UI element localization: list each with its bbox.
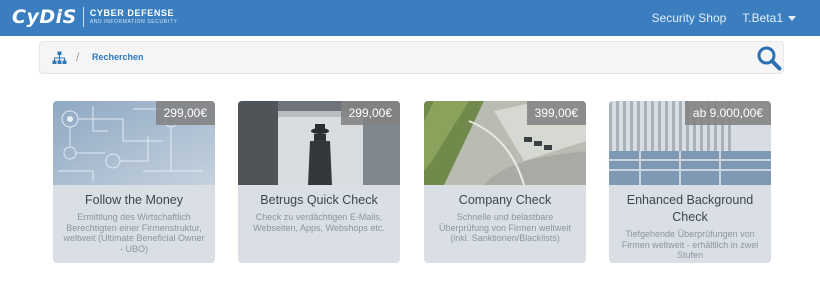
user-name: T.Beta1 (742, 11, 783, 25)
card-description: Ermittlung des Wirtschaftlich Berechtigt… (63, 212, 205, 254)
price-badge: ab 9.000,00€ (684, 101, 771, 125)
nav-right: Security Shop T.Beta1 (652, 0, 796, 36)
card-title[interactable]: Betrugs Quick Check (238, 192, 400, 209)
search-icon[interactable] (755, 44, 783, 72)
product-card-betrugs-quick-check[interactable]: 299,00€ Betrugs Quick Check Check zu ver… (238, 101, 400, 263)
security-shop-link[interactable]: Security Shop (652, 11, 727, 25)
card-info: Enhanced Background Check Tiefgehende Üb… (609, 185, 771, 263)
product-card-company-check[interactable]: 399,00€ Company Check Schnelle und belas… (424, 101, 586, 263)
chevron-down-icon (788, 15, 796, 21)
product-card-enhanced-background-check[interactable]: ab 9.000,00€ Enhanced Background Check T… (609, 101, 771, 263)
logo-divider (82, 7, 84, 27)
breadcrumb: / Recherchen (39, 41, 784, 74)
card-description: Tiefgehende Überprüfungen von Firmen wel… (621, 229, 759, 260)
card-info: Company Check Schnelle und belastbare Üb… (424, 185, 586, 263)
price-badge: 299,00€ (340, 101, 400, 125)
card-info: Betrugs Quick Check Check zu verdächtige… (238, 185, 400, 263)
top-navbar: CyDiS CYBER DEFENSE AND INFORMATION SECU… (0, 0, 820, 36)
user-menu[interactable]: T.Beta1 (742, 11, 796, 25)
logo-tagline: CYBER DEFENSE AND INFORMATION SECURITY (90, 9, 178, 25)
breadcrumb-separator: / (76, 50, 80, 64)
card-title[interactable]: Company Check (424, 192, 586, 209)
logo-tagline-line1: CYBER DEFENSE (89, 8, 175, 18)
card-description: Schnelle und belastbare Überprüfung von … (438, 212, 572, 243)
card-info: Follow the Money Ermittlung des Wirtscha… (53, 185, 215, 263)
sitemap-icon[interactable] (52, 51, 67, 65)
brand-logo[interactable]: CyDiS CYBER DEFENSE AND INFORMATION SECU… (12, 4, 177, 30)
card-title[interactable]: Follow the Money (53, 192, 215, 209)
breadcrumb-current[interactable]: Recherchen (92, 52, 144, 62)
logo-wordmark: CyDiS (12, 6, 77, 28)
price-badge: 399,00€ (526, 101, 586, 125)
logo-tagline-line2: AND INFORMATION SECURITY (89, 19, 178, 25)
card-description: Check zu verdächtigen E-Mails, Webseiten… (253, 212, 385, 233)
card-title[interactable]: Enhanced Background Check (609, 192, 771, 226)
price-badge: 299,00€ (155, 101, 215, 125)
product-card-follow-the-money[interactable]: 299,00€ Follow the Money Ermittlung des … (53, 101, 215, 263)
